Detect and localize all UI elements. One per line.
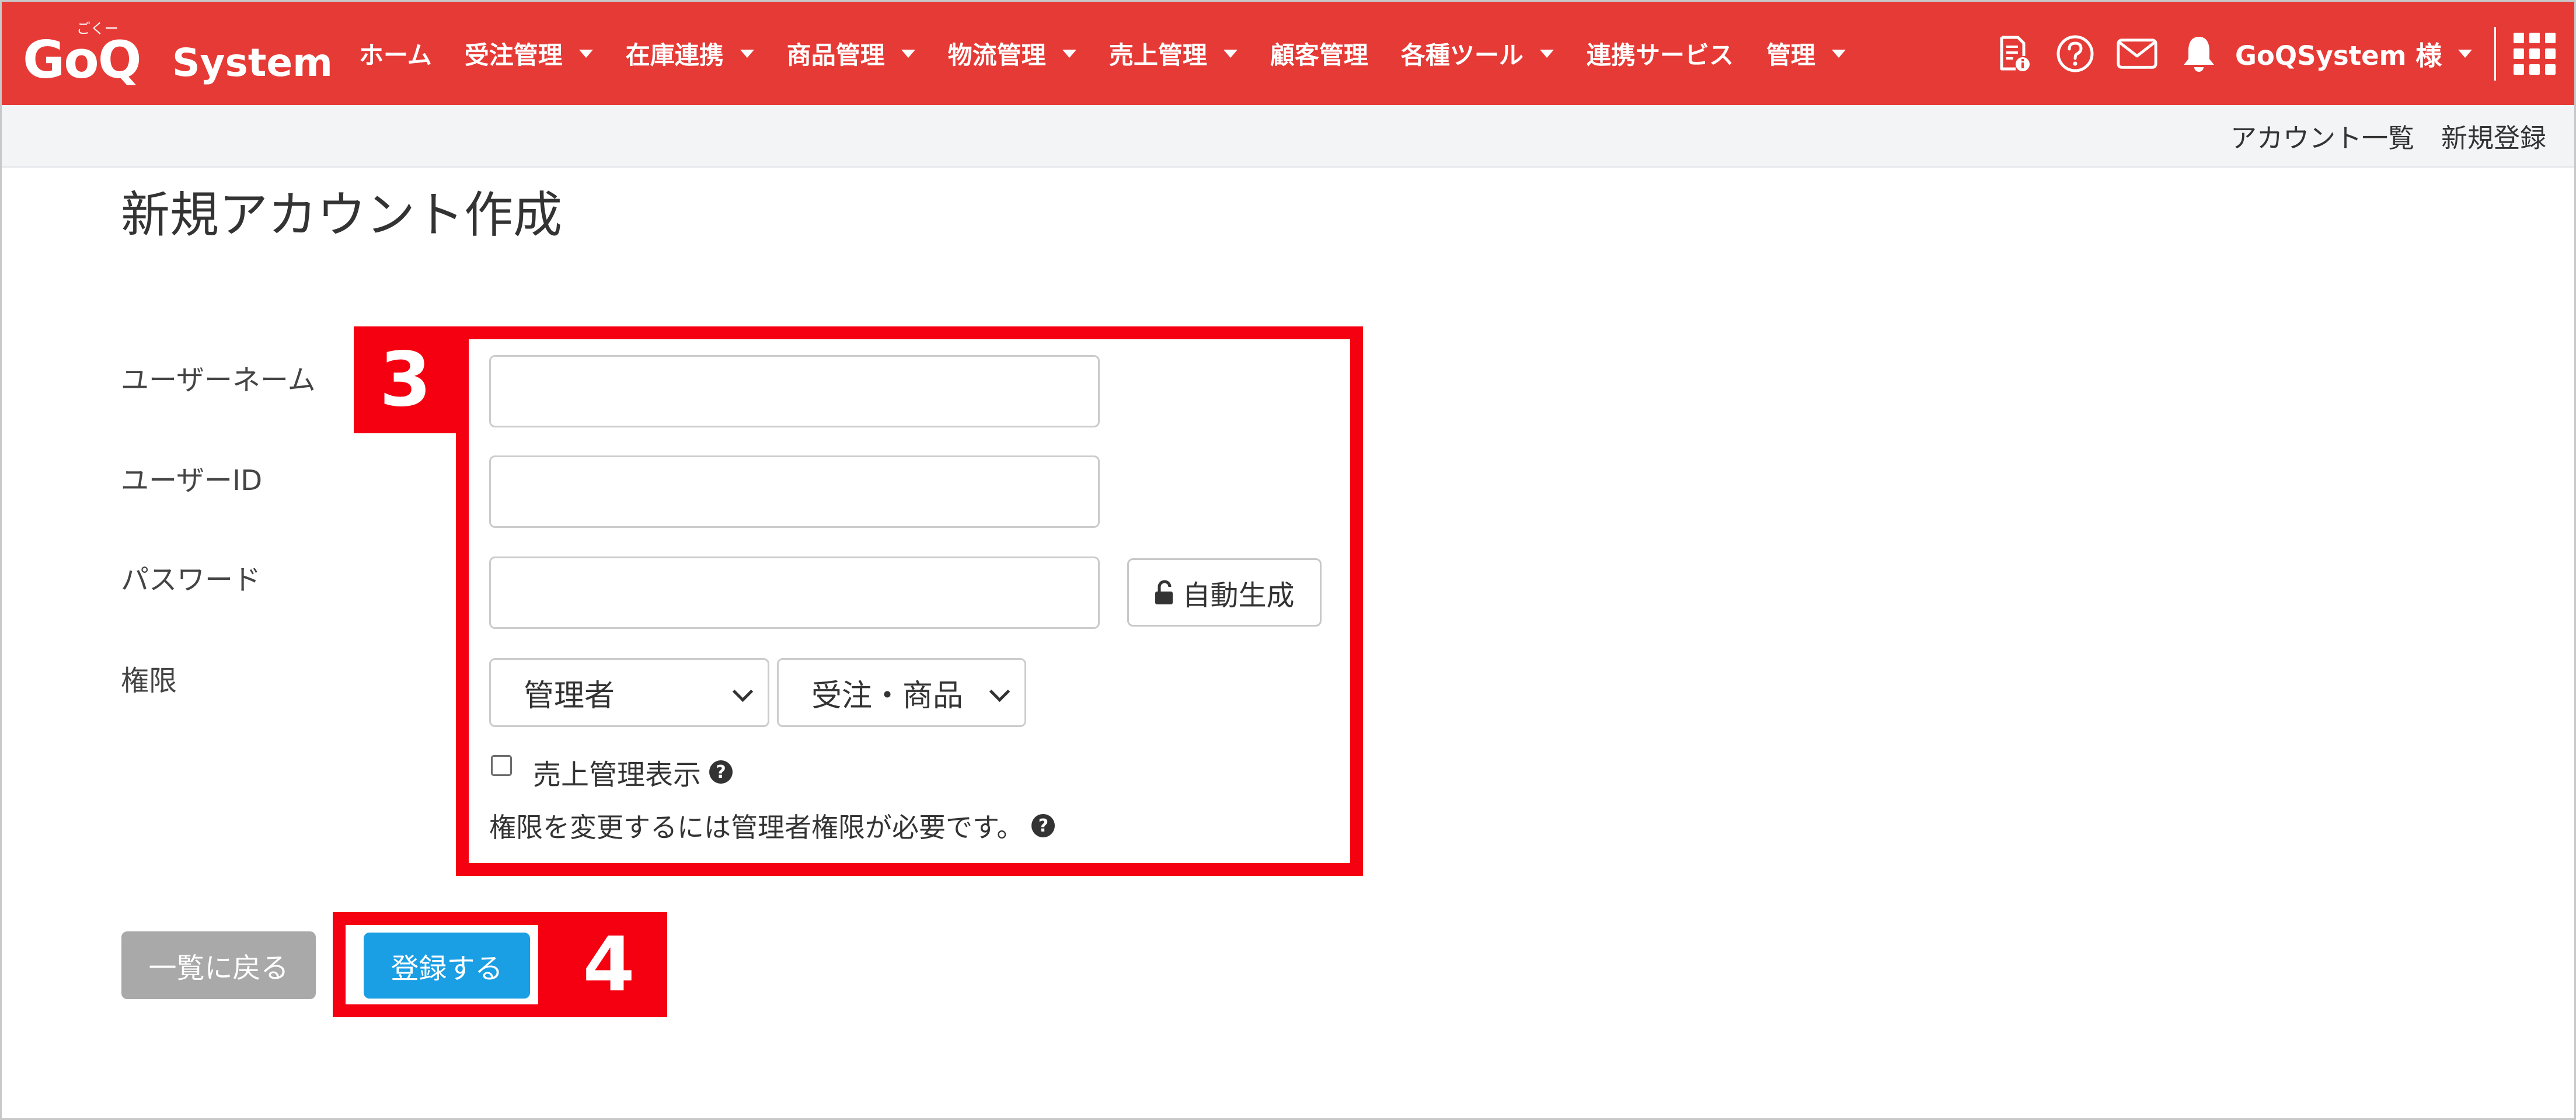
sub-navbar: アカウント一覧 新規登録: [2, 105, 2574, 168]
bell-icon[interactable]: [2178, 33, 2220, 75]
subnav-links: アカウント一覧 新規登録: [2230, 105, 2546, 166]
menu-home[interactable]: ホーム: [359, 36, 432, 71]
caret-down-icon: [1831, 49, 1846, 58]
mail-icon[interactable]: [2116, 33, 2158, 75]
menu-admin-label: 管理: [1766, 41, 1815, 69]
user-menu-label: GoQSystem 様: [2235, 40, 2442, 71]
caret-down-icon: [901, 49, 915, 58]
logo-goq-text: GoQ: [23, 30, 141, 90]
caret-down-icon: [1062, 49, 1076, 58]
caret-down-icon: [1223, 49, 1238, 58]
top-navbar: ごくー GoQ System ホーム 受注管理 在庫連携 商品管理 物流管理 売…: [2, 2, 2574, 105]
help-circle-icon[interactable]: [2054, 33, 2096, 75]
menu-sales-label: 売上管理: [1109, 41, 1207, 69]
user-menu[interactable]: GoQSystem 様: [2235, 34, 2473, 72]
menu-products-label: 商品管理: [786, 41, 885, 69]
menu-sales[interactable]: 売上管理: [1109, 36, 1238, 71]
navbar-divider: [2494, 26, 2497, 81]
menu-tools[interactable]: 各種ツール: [1401, 36, 1554, 71]
navbar-right: GoQSystem 様: [1992, 2, 2558, 105]
highlight-box-3: [456, 326, 1363, 876]
menu-logistics[interactable]: 物流管理: [948, 36, 1076, 71]
caret-down-icon: [2458, 49, 2473, 58]
menu-tools-label: 各種ツール: [1400, 41, 1524, 69]
menu-admin[interactable]: 管理: [1766, 36, 1846, 71]
username-label: ユーザーネーム: [121, 364, 316, 396]
caret-down-icon: [578, 49, 593, 58]
menu-integrations[interactable]: 連携サービス: [1587, 36, 1734, 71]
step-badge-3: 3: [354, 326, 457, 433]
menu-orders-label: 受注管理: [464, 41, 563, 69]
password-label: パスワード: [121, 564, 262, 596]
back-to-list-button[interactable]: 一覧に戻る: [121, 931, 316, 999]
menu-inventory-label: 在庫連携: [625, 41, 724, 69]
menu-orders[interactable]: 受注管理: [465, 36, 593, 71]
account-list-link[interactable]: アカウント一覧: [2230, 117, 2414, 155]
menu-inventory[interactable]: 在庫連携: [626, 36, 754, 71]
page-title: 新規アカウント作成: [121, 186, 563, 244]
menu-customers[interactable]: 顧客管理: [1270, 36, 1368, 71]
report-icon[interactable]: [1992, 33, 2034, 75]
main-menu: ホーム 受注管理 在庫連携 商品管理 物流管理 売上管理 顧客管理 各種ツール …: [359, 2, 1846, 105]
page: ごくー GoQ System ホーム 受注管理 在庫連携 商品管理 物流管理 売…: [0, 0, 2576, 1120]
new-register-link[interactable]: 新規登録: [2441, 117, 2546, 155]
permission-label: 権限: [121, 665, 177, 697]
apps-grid-icon[interactable]: [2511, 30, 2558, 77]
menu-home-label: ホーム: [359, 41, 432, 69]
highlight-box-4: [333, 912, 551, 1017]
menu-integrations-label: 連携サービス: [1586, 41, 1734, 69]
caret-down-icon: [1539, 49, 1554, 58]
logo-system-text: System: [172, 40, 333, 85]
menu-customers-label: 顧客管理: [1270, 41, 1368, 69]
menu-logistics-label: 物流管理: [947, 41, 1046, 69]
step-badge-4: 4: [550, 912, 667, 1017]
userid-label: ユーザーID: [121, 464, 263, 497]
caret-down-icon: [740, 49, 754, 58]
menu-products[interactable]: 商品管理: [787, 36, 915, 71]
